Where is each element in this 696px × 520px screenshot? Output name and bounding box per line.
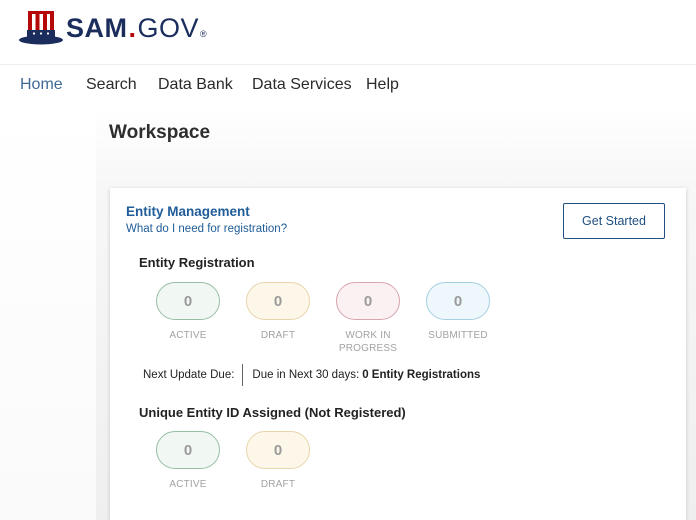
nav-item-data-services[interactable]: Data Services [252,76,352,94]
registration-help-link[interactable]: What do I need for registration? [126,223,287,235]
due-text: Due in Next 30 days: [252,369,360,381]
registration-active-label: ACTIVE [169,330,207,341]
next-update-label: Next Update Due: [143,369,235,381]
brand-dot: . [128,12,137,43]
registration-in-progress-count[interactable]: 0 [336,282,400,320]
page-title: Workspace [109,122,211,143]
registration-draft-label: DRAFT [260,330,296,341]
uei-draft-count[interactable]: 0 [246,431,310,469]
registration-active-count[interactable]: 0 [156,282,220,320]
brand-name: SAM [66,12,128,43]
due-count: 0 Entity Registrations [362,369,481,381]
registration-in-progress-label: WORK IN PROGRESS [338,330,398,354]
uei-draft-label: DRAFT [260,479,296,490]
site-header: SAM. GOV ® [0,0,696,64]
get-started-button[interactable]: Get Started [563,203,665,239]
registration-submitted-label: SUBMITTED [428,330,488,341]
primary-nav: Home Search Data Bank Data Services Help [0,64,696,106]
brand-registered-mark: ® [200,28,208,39]
registration-submitted-count[interactable]: 0 [426,282,490,320]
nav-item-search[interactable]: Search [86,76,137,94]
uei-active-label: ACTIVE [169,479,207,490]
next-update-row: Next Update Due: Due in Next 30 days: 0 … [143,363,480,387]
due-divider [242,364,244,386]
brand-suffix: GOV [137,12,200,43]
registration-draft-count[interactable]: 0 [246,282,310,320]
uei-title: Unique Entity ID Assigned (Not Registere… [139,405,406,420]
card-title: Entity Management [126,204,250,219]
nav-item-home[interactable]: Home [20,76,63,94]
brand-wordmark: SAM. GOV ® [66,13,207,44]
left-gutter [0,106,96,520]
sam-gov-logo[interactable]: SAM. GOV ® [18,8,207,48]
uei-active-count[interactable]: 0 [156,431,220,469]
main-content: Workspace Entity Management What do I ne… [0,106,696,520]
entity-management-card: Entity Management What do I need for reg… [110,188,686,520]
nav-item-help[interactable]: Help [366,76,399,94]
uncle-sam-hat-icon [19,11,63,45]
entity-registration-title: Entity Registration [139,255,255,270]
nav-item-data-bank[interactable]: Data Bank [158,76,233,94]
